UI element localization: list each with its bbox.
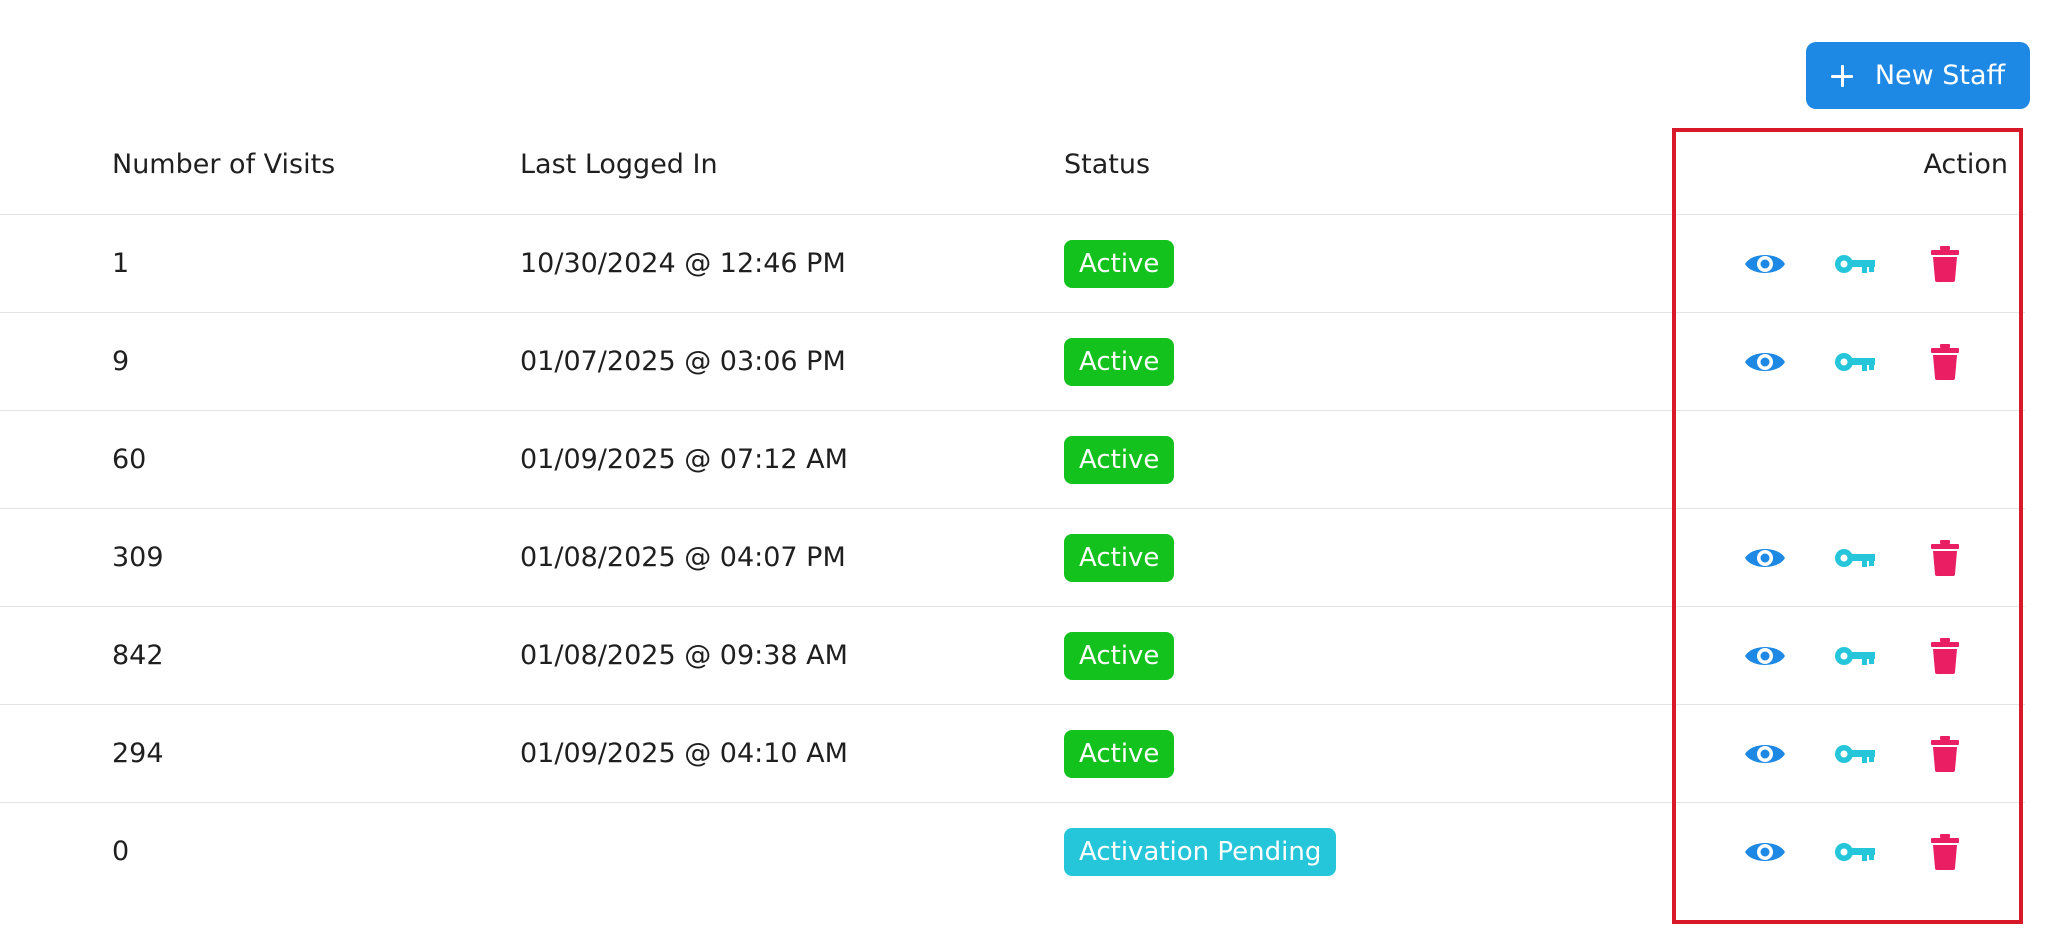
key-icon: [1834, 350, 1876, 374]
key-icon: [1834, 644, 1876, 668]
row-actions: [1740, 313, 1970, 410]
status-badge: Active: [1064, 533, 1175, 582]
status-cell: Active: [1064, 607, 1175, 704]
key-icon: [1834, 742, 1876, 766]
reset-password-button[interactable]: [1830, 827, 1880, 877]
column-header-action: Action: [1923, 148, 2008, 180]
eye-icon: [1743, 641, 1787, 671]
status-cell: Active: [1064, 411, 1175, 508]
eye-icon: [1743, 347, 1787, 377]
trash-icon: [1931, 637, 1959, 674]
status-cell: Active: [1064, 705, 1175, 802]
visits-cell: 309: [112, 542, 164, 573]
status-cell: Active: [1064, 509, 1175, 606]
delete-button[interactable]: [1920, 827, 1970, 877]
table-header: Number of Visits Last Logged In Status A…: [0, 114, 2025, 215]
reset-password-button[interactable]: [1830, 337, 1880, 387]
trash-icon: [1931, 343, 1959, 380]
status-badge: Active: [1064, 631, 1175, 680]
view-button[interactable]: [1740, 239, 1790, 289]
row-actions: [1740, 705, 1970, 802]
trash-icon: [1931, 539, 1959, 576]
table-row: 9 01/07/2025 @ 03:06 PM Active: [0, 313, 2025, 411]
key-icon: [1834, 252, 1876, 276]
column-header-status[interactable]: Status: [1064, 114, 1150, 214]
row-actions: [1740, 215, 1970, 312]
view-button[interactable]: [1740, 337, 1790, 387]
visits-cell: 9: [112, 346, 130, 377]
delete-button[interactable]: [1920, 631, 1970, 681]
delete-button[interactable]: [1920, 337, 1970, 387]
view-button[interactable]: [1740, 827, 1790, 877]
trash-icon: [1931, 735, 1959, 772]
column-header-last-logged-in[interactable]: Last Logged In: [520, 114, 718, 214]
trash-icon: [1931, 245, 1959, 282]
last-logged-in-cell: 10/30/2024 @ 12:46 PM: [520, 248, 846, 279]
reset-password-button[interactable]: [1830, 631, 1880, 681]
key-icon: [1834, 546, 1876, 570]
eye-icon: [1743, 249, 1787, 279]
status-cell: Active: [1064, 313, 1175, 410]
reset-password-button[interactable]: [1830, 729, 1880, 779]
status-cell: Activation Pending: [1064, 803, 1337, 900]
table-row: 842 01/08/2025 @ 09:38 AM Active: [0, 607, 2025, 705]
new-staff-button[interactable]: New Staff: [1806, 42, 2030, 109]
eye-icon: [1743, 739, 1787, 769]
visits-cell: 294: [112, 738, 164, 769]
status-badge: Active: [1064, 435, 1175, 484]
new-staff-label: New Staff: [1874, 60, 2006, 91]
delete-button[interactable]: [1920, 239, 1970, 289]
table-body: 1 10/30/2024 @ 12:46 PM Active 9 01/07/2…: [0, 215, 2025, 900]
table-row: 0 Activation Pending: [0, 803, 2025, 900]
visits-cell: 842: [112, 640, 164, 671]
trash-icon: [1931, 833, 1959, 870]
key-icon: [1834, 840, 1876, 864]
view-button[interactable]: [1740, 533, 1790, 583]
visits-cell: 0: [112, 836, 130, 867]
table-row: 1 10/30/2024 @ 12:46 PM Active: [0, 215, 2025, 313]
reset-password-button[interactable]: [1830, 239, 1880, 289]
status-badge: Active: [1064, 239, 1175, 288]
table-row: 309 01/08/2025 @ 04:07 PM Active: [0, 509, 2025, 607]
eye-icon: [1743, 543, 1787, 573]
staff-table: Number of Visits Last Logged In Status A…: [0, 114, 2025, 900]
row-actions: [1740, 607, 1970, 704]
last-logged-in-cell: 01/08/2025 @ 09:38 AM: [520, 640, 848, 671]
delete-button[interactable]: [1920, 533, 1970, 583]
visits-cell: 60: [112, 444, 147, 475]
table-row: 294 01/09/2025 @ 04:10 AM Active: [0, 705, 2025, 803]
status-cell: Active: [1064, 215, 1175, 312]
plus-icon: [1830, 64, 1853, 87]
view-button[interactable]: [1740, 729, 1790, 779]
status-badge: Active: [1064, 337, 1175, 386]
status-badge: Activation Pending: [1064, 827, 1337, 876]
view-button[interactable]: [1740, 631, 1790, 681]
visits-cell: 1: [112, 248, 130, 279]
reset-password-button[interactable]: [1830, 533, 1880, 583]
column-header-visits[interactable]: Number of Visits: [112, 114, 335, 214]
status-badge: Active: [1064, 729, 1175, 778]
last-logged-in-cell: 01/07/2025 @ 03:06 PM: [520, 346, 846, 377]
row-actions: [1740, 509, 1970, 606]
eye-icon: [1743, 837, 1787, 867]
last-logged-in-cell: 01/09/2025 @ 07:12 AM: [520, 444, 848, 475]
last-logged-in-cell: 01/09/2025 @ 04:10 AM: [520, 738, 848, 769]
row-actions: [1740, 803, 1970, 900]
last-logged-in-cell: 01/08/2025 @ 04:07 PM: [520, 542, 846, 573]
table-row: 60 01/09/2025 @ 07:12 AM Active: [0, 411, 2025, 509]
delete-button[interactable]: [1920, 729, 1970, 779]
